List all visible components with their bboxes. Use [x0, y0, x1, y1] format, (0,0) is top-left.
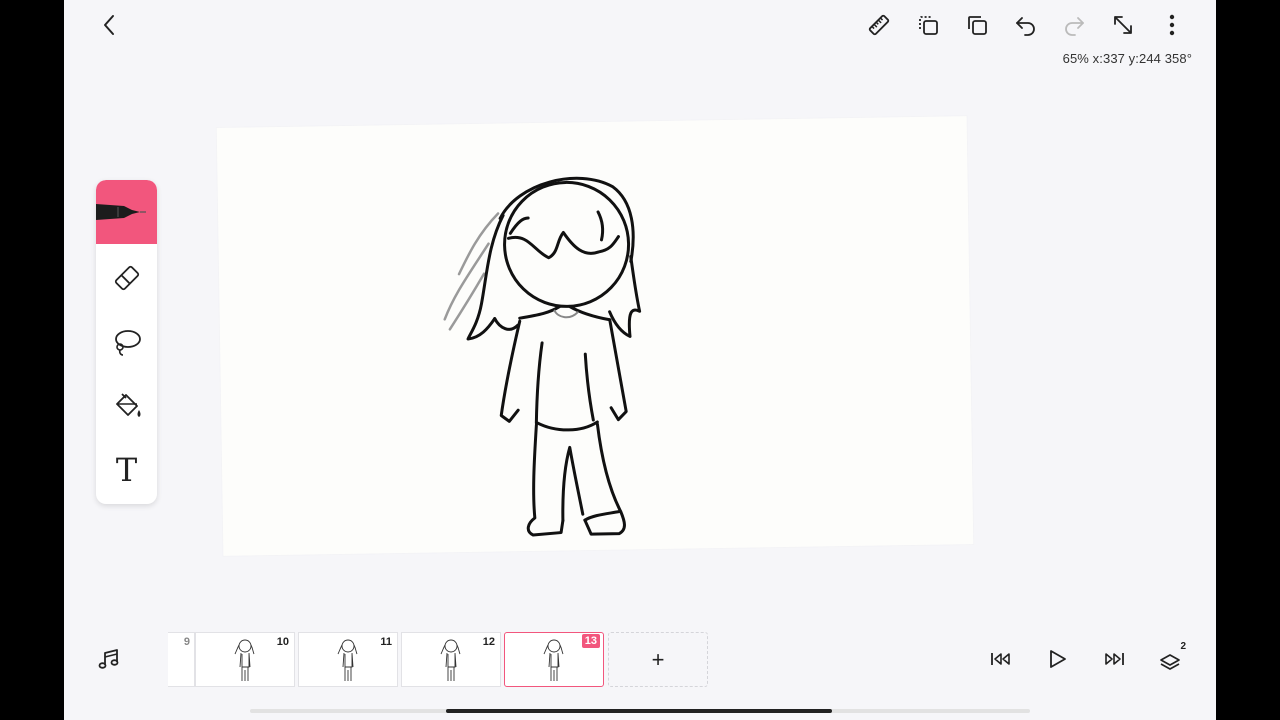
duplicate-button[interactable]: [962, 10, 992, 40]
ruler-icon: [868, 14, 890, 36]
copy-frame-icon: [919, 16, 938, 35]
plus-icon: +: [651, 646, 665, 672]
redo-button[interactable]: [1059, 10, 1089, 40]
frame-timeline: 9 10 11 12 13 +: [168, 632, 728, 688]
audio-button[interactable]: [95, 645, 123, 673]
undo-icon: [1016, 17, 1035, 36]
frame-thumbnail[interactable]: 9: [168, 632, 195, 687]
frame-preview: [234, 639, 255, 681]
undo-button[interactable]: [1011, 10, 1041, 40]
frame-number: 9: [183, 636, 190, 648]
skip-back-button[interactable]: [987, 645, 1015, 673]
ruler-button[interactable]: [864, 10, 894, 40]
frame-preview: [337, 639, 358, 681]
layers-icon: [1160, 654, 1180, 670]
animation-app: 65% x:337 y:244 358° T 9 10 11 12 13 + 2: [64, 0, 1216, 720]
frame-number: 13: [581, 634, 600, 648]
frame-number: 10: [276, 636, 289, 648]
tool-eraser[interactable]: [96, 246, 157, 310]
more-button[interactable]: [1157, 10, 1187, 40]
tool-text[interactable]: T: [96, 438, 157, 502]
fit-screen-button[interactable]: [1108, 10, 1138, 40]
tool-lasso[interactable]: [96, 310, 157, 374]
frame-number: 11: [380, 636, 392, 648]
skip-back-icon: [991, 653, 1010, 665]
tool-palette: T: [96, 180, 157, 504]
duplicate-icon: [968, 16, 987, 35]
fit-screen-icon: [1114, 16, 1132, 34]
layers-button[interactable]: 2: [1156, 641, 1186, 673]
frame-number: 12: [482, 636, 495, 648]
home-indicator-thumb: [446, 709, 832, 713]
frame-preview: [543, 639, 564, 681]
tool-fill[interactable]: [96, 374, 157, 438]
drawing-canvas[interactable]: [216, 116, 974, 556]
music-note-icon: [98, 649, 119, 669]
play-button[interactable]: [1043, 645, 1071, 673]
tool-pen[interactable]: [96, 180, 157, 244]
home-indicator: [250, 709, 1030, 713]
frame-thumbnail-current[interactable]: 13: [504, 632, 604, 687]
skip-forward-button[interactable]: [1100, 645, 1128, 673]
skip-forward-icon: [1105, 653, 1124, 665]
add-frame-button[interactable]: +: [608, 632, 708, 687]
play-icon: [1050, 650, 1066, 668]
back-button[interactable]: [94, 10, 124, 40]
more-vertical-icon: [1169, 14, 1175, 36]
copy-frame-button[interactable]: [913, 10, 943, 40]
text-icon: T: [115, 451, 138, 489]
canvas-status: 65% x:337 y:244 358°: [1062, 51, 1192, 66]
frame-thumbnail[interactable]: 11: [298, 632, 398, 687]
character-drawing: [443, 176, 642, 537]
frame-preview: [440, 639, 461, 681]
lasso-icon: [114, 330, 141, 356]
paint-bucket-icon: [115, 393, 140, 417]
chevron-left-icon: [104, 15, 114, 35]
redo-icon: [1065, 17, 1084, 36]
layers-count: 2: [1180, 641, 1186, 652]
frame-thumbnail[interactable]: 10: [195, 632, 295, 687]
pen-icon: [96, 204, 146, 220]
frame-thumbnail[interactable]: 12: [401, 632, 501, 687]
eraser-icon: [114, 265, 139, 291]
